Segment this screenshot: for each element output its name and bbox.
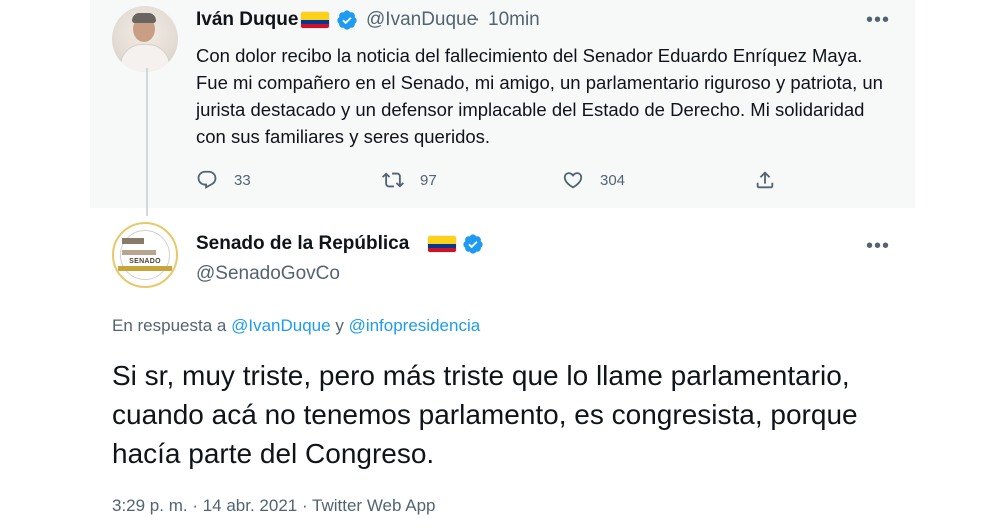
replying-prefix: En respuesta a — [112, 316, 227, 335]
like-button[interactable]: 304 — [562, 168, 625, 192]
thread-connector-line — [146, 68, 148, 216]
author-handle[interactable]: @IvanDuque — [366, 9, 477, 31]
original-tweet[interactable]: Iván Duque @IvanDuque · 10min ••• Con do… — [90, 0, 915, 208]
replying-user-link[interactable]: @IvanDuque — [231, 316, 331, 335]
replying-conjunction: y — [335, 316, 344, 335]
more-options-icon[interactable]: ••• — [866, 10, 890, 30]
tweet-timestamp-source[interactable]: 3:29 p. m. · 14 abr. 2021 · Twitter Web … — [112, 496, 436, 516]
share-button[interactable] — [754, 168, 776, 192]
avatar[interactable] — [112, 6, 178, 72]
colombia-flag-icon — [301, 12, 329, 28]
avatar-logo-text: SENADO — [129, 258, 161, 265]
tweet-text: Con dolor recibo la noticia del fallecim… — [196, 45, 883, 147]
tweet-time[interactable]: 10min — [488, 9, 540, 31]
tweet-text: Si sr, muy triste, pero más triste que l… — [112, 360, 858, 469]
tweet-thread: Iván Duque @IvanDuque · 10min ••• Con do… — [90, 0, 915, 530]
reply-button[interactable]: 33 — [196, 168, 251, 192]
avatar[interactable]: SENADO — [112, 222, 178, 288]
retweet-count: 97 — [420, 171, 437, 189]
share-icon — [756, 171, 774, 189]
replying-user-link[interactable]: @infopresidencia — [349, 316, 481, 335]
heart-icon — [563, 172, 583, 189]
verified-badge-icon — [463, 234, 483, 254]
like-count: 304 — [600, 171, 626, 189]
replying-to: En respuesta a @IvanDuque y @infopreside… — [112, 316, 480, 336]
verified-badge-icon — [337, 10, 357, 30]
author-name[interactable]: Senado de la República — [196, 233, 409, 255]
author-name[interactable]: Iván Duque — [196, 9, 298, 31]
colombia-flag-icon — [428, 236, 456, 252]
reply-icon — [197, 170, 217, 189]
retweet-button[interactable]: 97 — [382, 168, 437, 192]
author-handle[interactable]: @SenadoGovCo — [196, 263, 340, 285]
separator-dot: · — [474, 9, 481, 30]
more-options-icon[interactable]: ••• — [866, 236, 890, 256]
reply-count: 33 — [234, 171, 251, 189]
retweet-icon — [382, 172, 404, 188]
